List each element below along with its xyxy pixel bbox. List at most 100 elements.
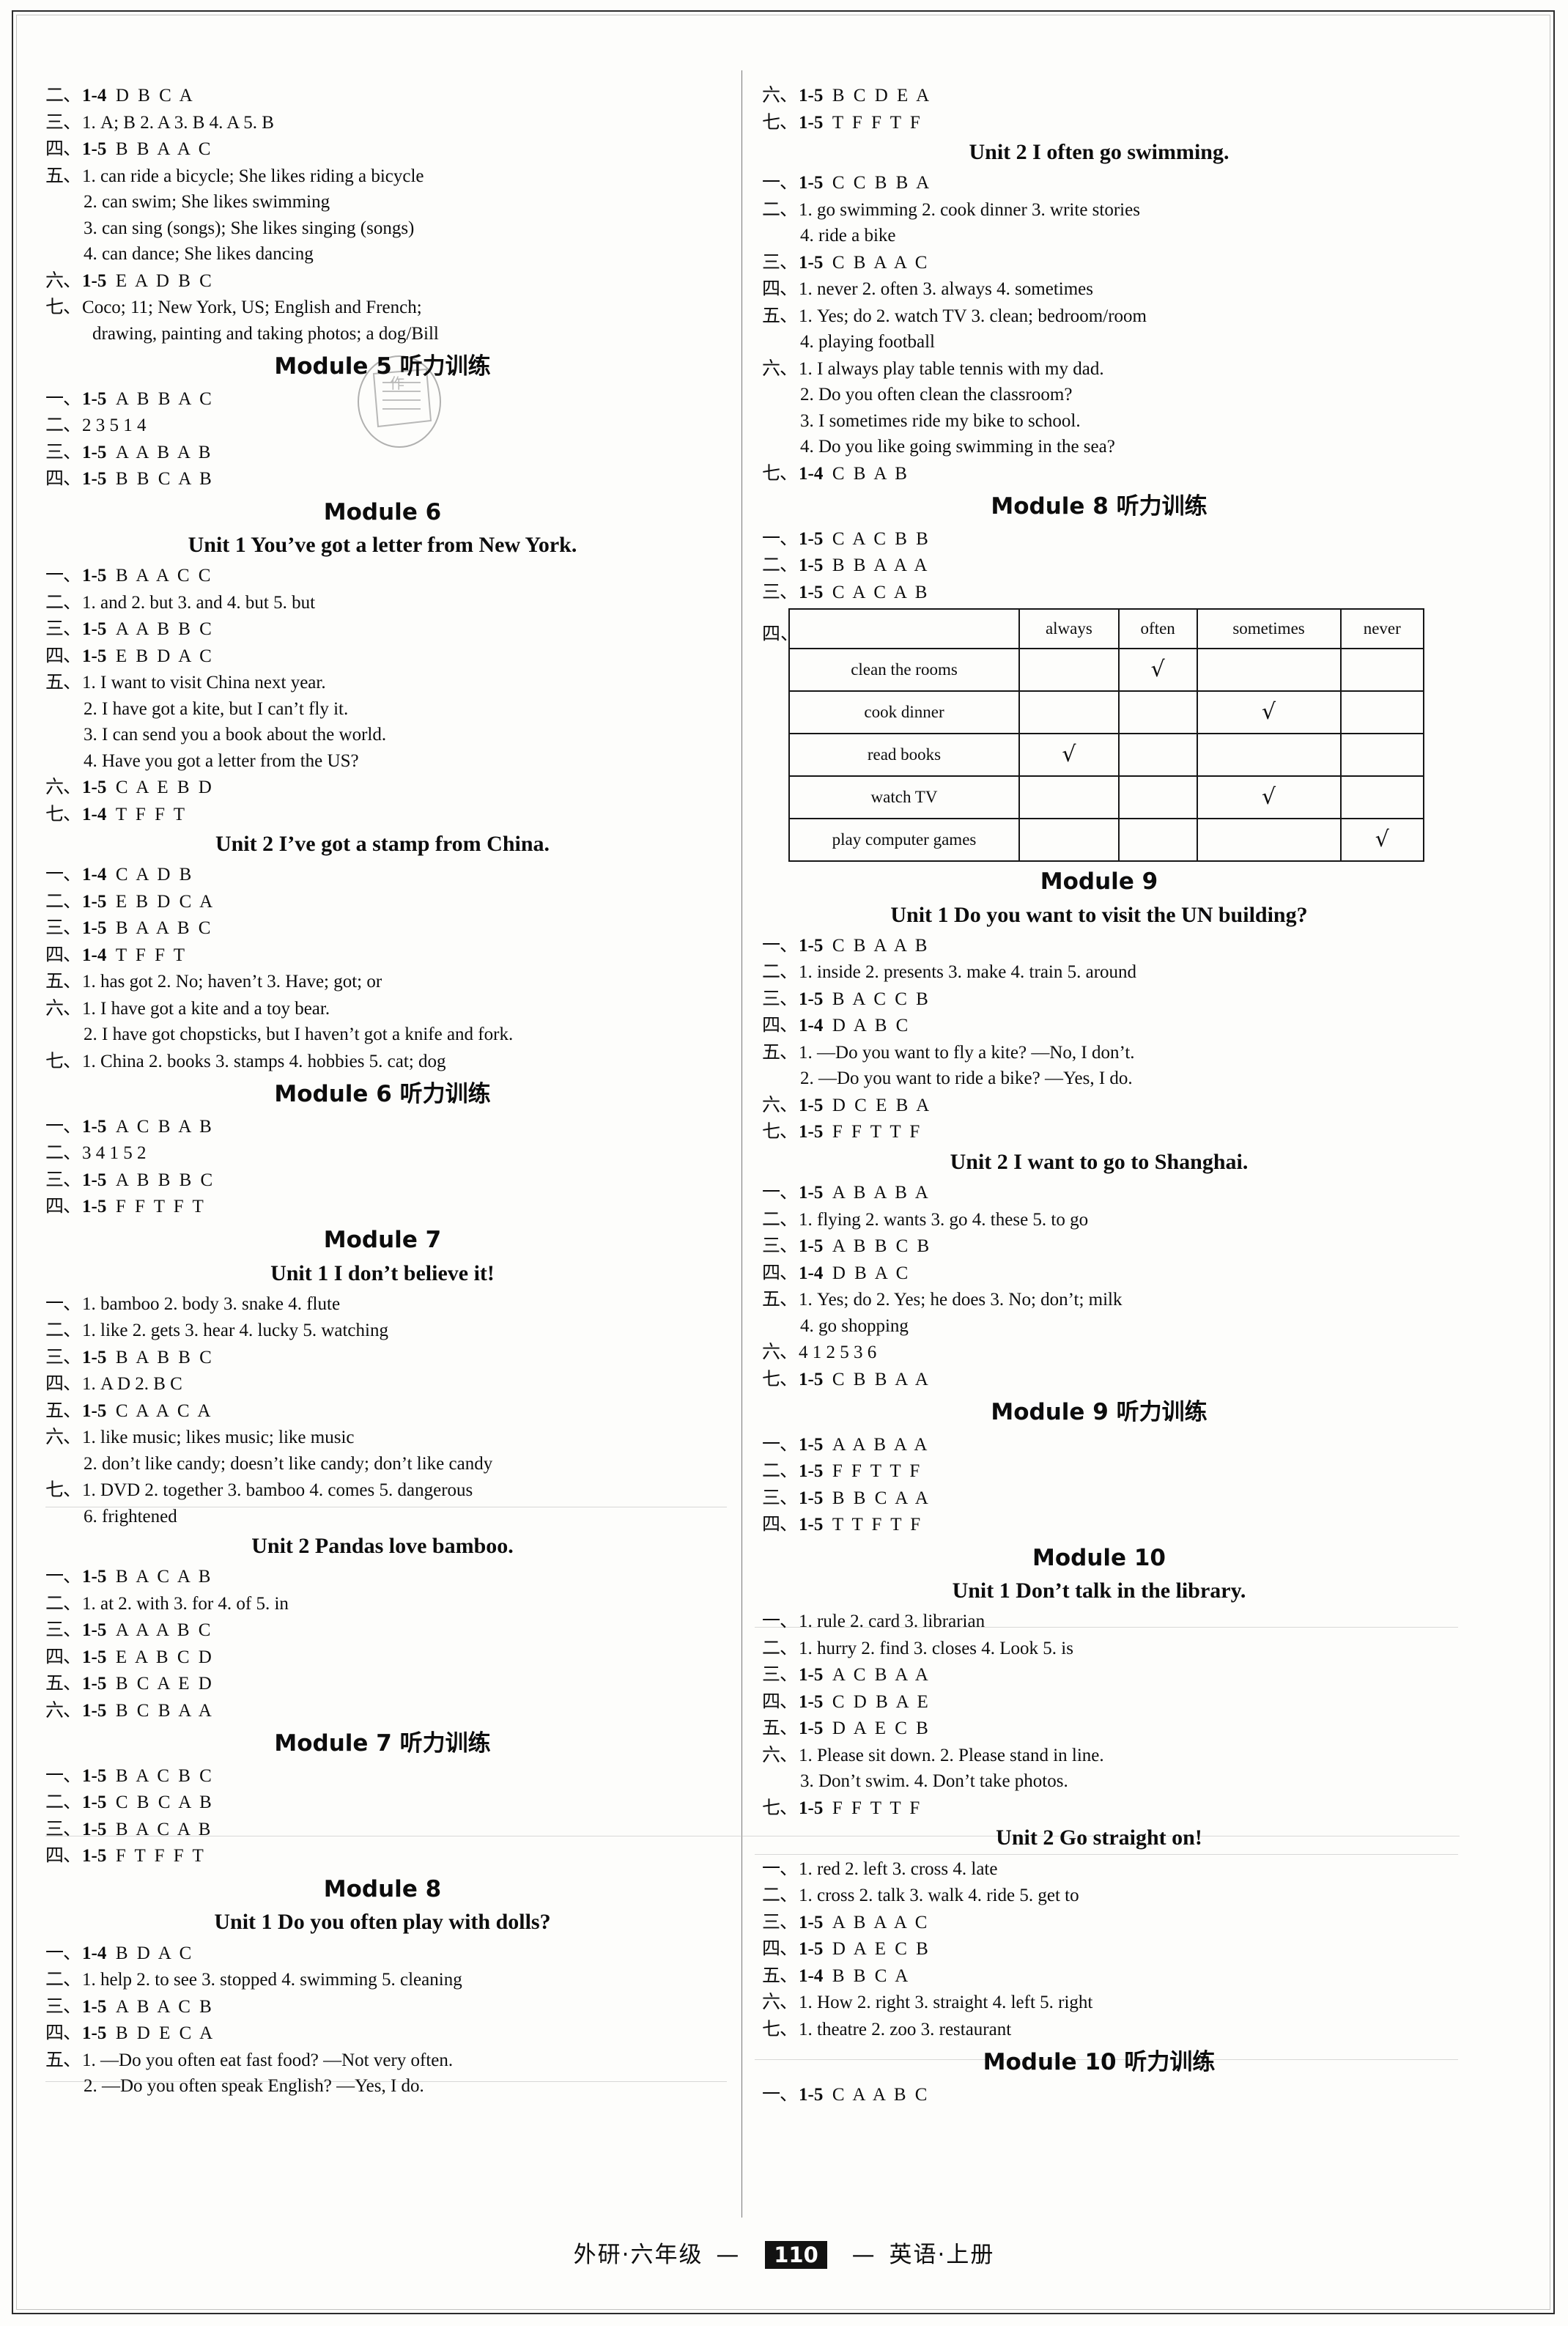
answer-text: 1. Yes; do 2. watch TV 3. clean; bedroom… xyxy=(799,306,1147,326)
question-range: 1-5 xyxy=(82,1197,116,1217)
section-marker: 五、 xyxy=(45,671,81,693)
section-marker: 三、 xyxy=(45,1168,81,1190)
answer-line: 六、1. How 2. right 3. straight 4. left 5.… xyxy=(762,1989,1436,2016)
question-range: 1-5 xyxy=(82,891,116,912)
answer-line: 二、2 3 5 1 4 xyxy=(45,412,720,439)
question-range: 1-5 xyxy=(82,566,116,586)
answer-line: 一、1-5 C A A B C xyxy=(762,2081,1436,2108)
section-marker: 三、 xyxy=(45,618,81,640)
answer-line: 四、1-5 C D B A E xyxy=(762,1688,1436,1716)
answer-sequence: B B A A A xyxy=(832,555,930,576)
answer-sequence: B C A E D xyxy=(115,1674,214,1694)
footer-right-text: 英语·上册 xyxy=(889,2242,995,2268)
answer-subline: 2. I have got chopsticks, but I haven’t … xyxy=(84,1024,514,1045)
table-corner-cell xyxy=(788,608,1020,650)
answer-line: 四、1-5 B D E C A xyxy=(45,2020,720,2047)
answer-subline: 4. Have you got a letter from the US? xyxy=(84,750,359,771)
question-range: 1-5 xyxy=(82,646,116,666)
section-marker: 三、 xyxy=(762,251,798,273)
answer-sequence: B D A C xyxy=(115,1943,194,1963)
section-marker: 四、 xyxy=(45,1845,81,1867)
answer-line: 二、1. flying 2. wants 3. go 4. these 5. t… xyxy=(762,1206,1436,1233)
section-marker: 二、 xyxy=(762,198,798,220)
answer-text: 1. —Do you often eat fast food? —Not ver… xyxy=(82,2050,454,2070)
answer-sequence: A B A A C xyxy=(832,1912,930,1932)
answer-line: 三、1-5 B A C A B xyxy=(45,1816,720,1843)
table-cell-empty xyxy=(1196,733,1342,778)
question-range: 1-4 xyxy=(799,1016,832,1036)
question-range: 1-4 xyxy=(799,463,832,484)
section-marker: 一、 xyxy=(45,387,81,409)
question-range: 1-5 xyxy=(799,1515,832,1535)
answer-text: 1. I have got a kite and a toy bear. xyxy=(82,998,330,1019)
section-marker: 七、 xyxy=(762,2017,798,2039)
answer-subline: 4. Do you like going swimming in the sea… xyxy=(800,437,1115,457)
answer-line: 四、1-4 D A B C xyxy=(762,1012,1436,1039)
answer-text: 1. —Do you want to fly a kite? —No, I do… xyxy=(799,1042,1135,1063)
answer-subline: 6. frightened xyxy=(84,1506,177,1526)
answer-sequence: A B B A C xyxy=(115,388,214,409)
answer-text: Coco; 11; New York, US; English and Fren… xyxy=(82,298,422,317)
answer-text: 1. hurry 2. find 3. closes 4. Look 5. is xyxy=(799,1638,1073,1658)
section-marker: 一、 xyxy=(762,934,798,956)
table-column-header: never xyxy=(1339,608,1425,650)
answer-text: 1. go swimming 2. cook dinner 3. write s… xyxy=(799,199,1140,220)
question-range: 1-5 xyxy=(82,270,116,291)
section-marker: 一、 xyxy=(762,171,798,193)
answer-line: 五、1. Yes; do 2. watch TV 3. clean; bedro… xyxy=(762,303,1436,330)
question-range: 1-5 xyxy=(799,935,832,956)
section-marker: 四、 xyxy=(45,2022,81,2044)
right-column: 六、1-5 B C D E A 七、1-5 T F F T F Unit 2 I o… xyxy=(762,82,1436,2108)
section-marker: 三、 xyxy=(762,1235,798,1257)
answer-line: 三、1-5 A B B C B xyxy=(762,1233,1436,1260)
answer-line: 四、1-5 B B A A C xyxy=(45,136,720,163)
table-cell-empty xyxy=(1117,690,1198,735)
question-range: 1-5 xyxy=(82,469,116,490)
question-range: 1-5 xyxy=(82,918,116,939)
answer-text: 1. China 2. books 3. stamps 4. hobbies 5… xyxy=(82,1051,446,1071)
question-range: 1-5 xyxy=(799,1095,832,1115)
answer-text: 1. help 2. to see 3. stopped 4. swimming… xyxy=(82,1970,462,1990)
answer-line: 三、1. A; B 2. A 3. B 4. A 5. B xyxy=(45,109,720,136)
answer-line: 三、1-5 A C B A A xyxy=(762,1661,1436,1688)
section-marker: 三、 xyxy=(762,1664,798,1686)
question-range: 1-4 xyxy=(82,1943,116,1963)
section-marker: 七、 xyxy=(762,462,798,484)
section-marker: 一、 xyxy=(762,1857,798,1879)
section-marker: 六、 xyxy=(45,997,81,1019)
section-marker: 五、 xyxy=(45,1399,81,1421)
answer-subline: 2. don’t like candy; doesn’t like candy;… xyxy=(84,1453,493,1474)
answer-sequence: B A A C C xyxy=(115,566,213,586)
question-range: 1-5 xyxy=(799,1939,832,1960)
section-marker: 四、 xyxy=(45,1195,81,1217)
answer-sequence: C B A A C xyxy=(832,252,930,273)
answer-sequence: T F F T xyxy=(115,945,188,965)
answer-sequence: B A C A B xyxy=(115,1819,213,1839)
answer-subline: 3. Don’t swim. 4. Don’t take photos. xyxy=(800,1771,1068,1792)
answer-text: 2 3 5 1 4 xyxy=(82,416,147,436)
answer-line: 三、1-5 B A A B C xyxy=(45,915,720,942)
section-marker: 五、 xyxy=(762,1288,798,1310)
table-cell-empty xyxy=(1339,690,1425,735)
question-range: 1-5 xyxy=(82,619,116,640)
answer-text: 4 1 2 5 3 6 xyxy=(799,1343,877,1363)
answer-line: 一、1. bamboo 2. body 3. snake 4. flute xyxy=(45,1291,720,1318)
section-marker: 七、 xyxy=(45,802,81,824)
module-heading: Module 5 听力训练 xyxy=(274,353,491,380)
answer-subline: 3. I sometimes ride my bike to school. xyxy=(800,410,1081,431)
answer-line: 五、1. Yes; do 2. Yes; he does 3. No; don’… xyxy=(762,1286,1436,1313)
section-marker: 六、 xyxy=(762,1093,798,1115)
table-cell-empty xyxy=(1196,648,1342,693)
question-range: 1-5 xyxy=(799,528,832,549)
unit-heading: Unit 2 Go straight on! xyxy=(996,1825,1202,1850)
answer-sequence: A B A C B xyxy=(115,1996,214,2017)
section-marker: 一、 xyxy=(762,1181,798,1203)
section-marker: 二、 xyxy=(762,1208,798,1230)
answer-line: 四、1-5 T T F T F xyxy=(762,1511,1436,1538)
answer-line: 六、1-5 E A D B C xyxy=(45,267,720,295)
answer-subline: 2. can swim; She likes swimming xyxy=(84,192,330,212)
answer-line: 二、1-4 D B C A xyxy=(45,82,720,109)
answer-line: 六、1-5 B C B A A xyxy=(45,1697,720,1724)
answer-text: 1. flying 2. wants 3. go 4. these 5. to … xyxy=(799,1209,1089,1230)
answer-line: 六、1-5 C A E B D xyxy=(45,774,720,801)
